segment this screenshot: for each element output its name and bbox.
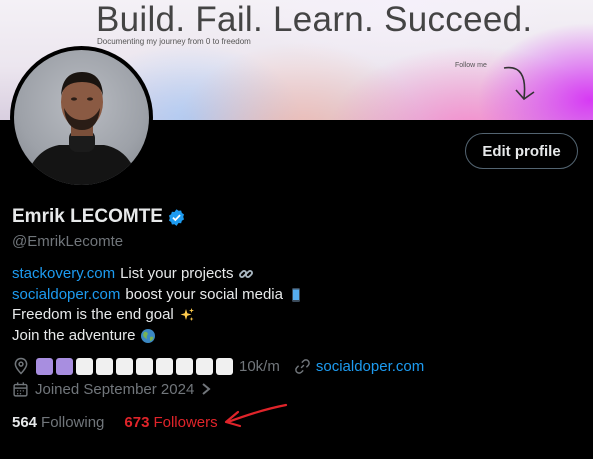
progress-square-empty [176,357,193,375]
website-link[interactable]: socialdoper.com [316,358,424,375]
progress-square-empty [216,357,233,375]
progress-square-empty [96,357,113,375]
progress-square-empty [156,357,173,375]
bio-text: boost your social media [125,285,283,303]
curved-arrow-icon [503,66,535,101]
followers-link[interactable]: 673 Followers [124,414,217,431]
progress-square-empty [196,357,213,375]
profile-meta-location-row: 10k/m socialdoper.com [12,356,424,376]
joined-date: Joined September 2024 [35,380,195,398]
verified-badge-icon[interactable] [167,208,186,227]
profile-name: Emrik LECOMTE [12,206,163,227]
avatar[interactable] [10,46,153,189]
profile-meta-joined-row[interactable]: Joined September 2024 [12,379,212,399]
calendar-icon [13,381,28,397]
following-link[interactable]: 564 Following [12,414,104,431]
bio-line: Join the adventure [12,326,304,347]
bio-line: socialdoper.com boost your social media [12,285,304,306]
following-count: 564 [12,414,38,431]
location-suffix: 10k/m [239,357,280,375]
profile-stats: 564 Following 673 Followers [12,414,218,431]
bio-line: Freedom is the end goal [12,305,304,326]
progress-square-empty [116,357,133,375]
progress-square-filled [36,357,53,375]
followers-label: Followers [153,414,218,431]
edit-profile-button[interactable]: Edit profile [465,133,578,169]
link-emoji-icon [239,270,254,279]
bio-text: Freedom is the end goal [12,306,174,323]
profile-bio: stackovery.com List your projects social… [12,264,304,346]
red-arrow-annotation-icon [224,403,288,428]
globe-emoji-icon [141,328,156,343]
profile-handle: @EmrikLecomte [12,233,124,250]
sparkles-emoji-icon [180,308,194,322]
followers-count: 673 [124,414,150,431]
banner-follow-me: Follow me [455,62,487,69]
bio-text: List your projects [120,265,234,282]
bio-text: Join the adventure [12,326,136,344]
location-pin-icon [14,357,28,375]
bio-line: stackovery.com List your projects [12,264,304,285]
banner-title: Build. Fail. Learn. Succeed. [96,0,533,39]
profile-name-row: Emrik LECOMTE [12,206,186,228]
following-label: Following [41,414,105,431]
progress-square-empty [76,357,93,375]
banner-subtitle: Documenting my journey from 0 to freedom [97,37,251,46]
chevron-right-icon [202,383,211,395]
avatar-photo [14,50,149,185]
bio-link-stackovery[interactable]: stackovery.com [12,264,115,285]
phone-emoji-icon [292,287,300,302]
progress-square-filled [56,357,73,375]
link-icon [295,358,310,374]
progress-square-empty [136,357,153,375]
bio-link-socialdoper[interactable]: socialdoper.com [12,285,120,306]
